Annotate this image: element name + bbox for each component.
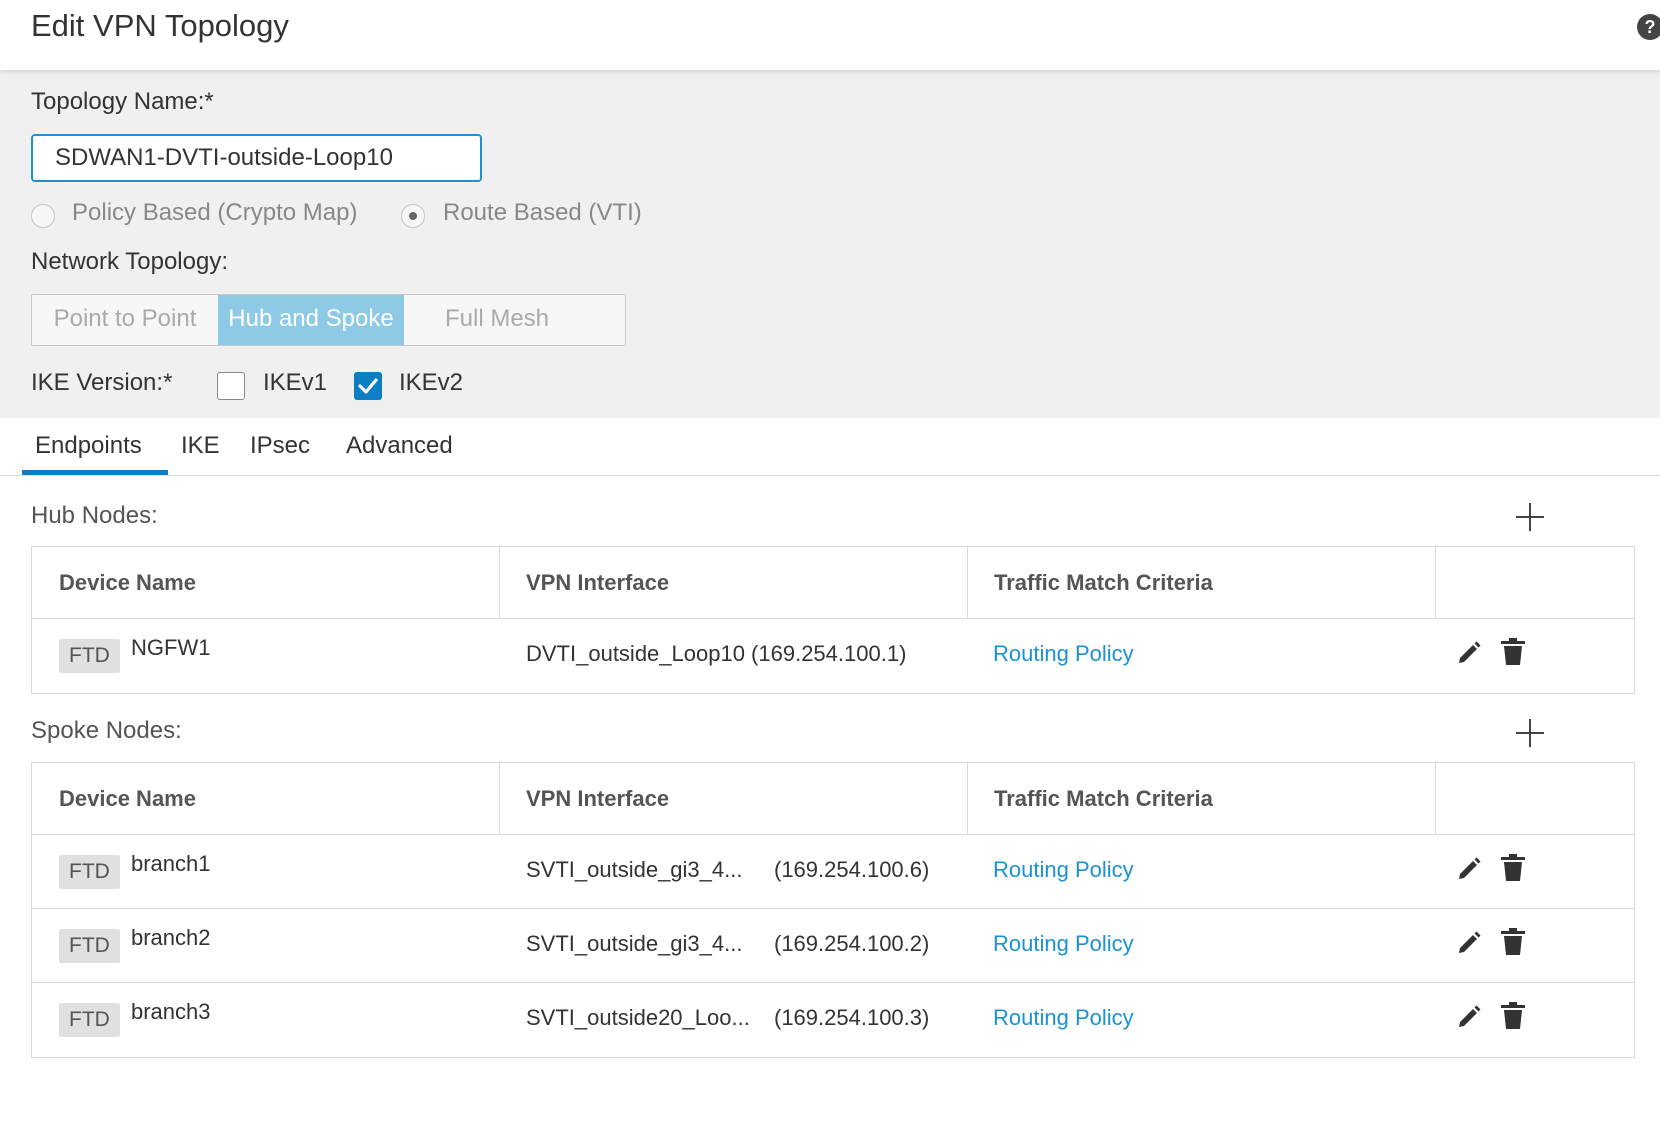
trash-icon[interactable] (1500, 637, 1526, 667)
policy-based-label[interactable]: Policy Based (Crypto Map) (72, 199, 357, 227)
column-header-device-name: Device Name (59, 786, 196, 811)
edit-icon[interactable] (1455, 855, 1483, 883)
device-type-badge: FTD (59, 929, 120, 963)
table-header-row: Device Name VPN Interface Traffic Match … (32, 547, 1634, 619)
tab-ike[interactable]: IKE (181, 432, 220, 460)
edit-icon[interactable] (1455, 1003, 1483, 1031)
routing-policy-link[interactable]: Routing Policy (993, 931, 1134, 957)
ikev2-checkbox[interactable] (354, 372, 382, 400)
topology-name-label: Topology Name:* (31, 88, 214, 115)
vpn-interface-ip: (169.254.100.6) (774, 857, 930, 882)
table-row: FTD branch1 SVTI_outside_gi3_4... (169.2… (32, 835, 1634, 909)
hub-nodes-table: Device Name VPN Interface Traffic Match … (31, 546, 1635, 694)
vpn-interface: SVTI_outside_gi3_4... (526, 931, 743, 956)
device-type-badge: FTD (59, 855, 120, 889)
tab-endpoints[interactable]: Endpoints (35, 432, 142, 460)
hub-and-spoke-button[interactable]: Hub and Spoke (218, 295, 404, 345)
table-header-row: Device Name VPN Interface Traffic Match … (32, 763, 1634, 835)
edit-icon[interactable] (1455, 929, 1483, 957)
vpn-interface: SVTI_outside20_Loo... (526, 1005, 750, 1030)
topology-form (0, 70, 1660, 418)
tab-advanced[interactable]: Advanced (346, 432, 453, 460)
route-based-radio[interactable] (401, 204, 425, 228)
vpn-interface-ip: (169.254.100.2) (774, 931, 930, 956)
active-tab-indicator (22, 470, 168, 475)
ikev2-label[interactable]: IKEv2 (399, 369, 463, 397)
route-based-label[interactable]: Route Based (VTI) (443, 199, 642, 227)
column-header-vpn-interface: VPN Interface (526, 786, 670, 811)
network-topology-selector: Point to Point Hub and Spoke Full Mesh (31, 294, 626, 346)
column-header-traffic-match: Traffic Match Criteria (994, 570, 1213, 595)
trash-icon[interactable] (1500, 853, 1526, 883)
table-row: FTD branch2 SVTI_outside_gi3_4... (169.2… (32, 909, 1634, 983)
tab-bar: Endpoints IKE IPsec Advanced (0, 418, 1660, 476)
device-name: branch1 (131, 851, 211, 876)
trash-icon[interactable] (1500, 1001, 1526, 1031)
point-to-point-button[interactable]: Point to Point (32, 295, 218, 345)
vpn-interface: DVTI_outside_Loop10 (169.254.100.1) (526, 641, 907, 666)
policy-based-radio[interactable] (31, 204, 55, 228)
vpn-interface-ip: (169.254.100.3) (774, 1005, 930, 1030)
column-header-traffic-match: Traffic Match Criteria (994, 786, 1213, 811)
table-row: FTD branch3 SVTI_outside20_Loo... (169.2… (32, 983, 1634, 1057)
ikev1-checkbox[interactable] (217, 372, 245, 400)
dialog-header: Edit VPN Topology ? (0, 0, 1660, 70)
dialog-title: Edit VPN Topology (31, 8, 289, 43)
device-name: NGFW1 (131, 635, 211, 660)
full-mesh-button[interactable]: Full Mesh (404, 295, 590, 345)
device-name: branch2 (131, 925, 211, 950)
routing-policy-link[interactable]: Routing Policy (993, 641, 1134, 667)
spoke-nodes-table: Device Name VPN Interface Traffic Match … (31, 762, 1635, 1058)
edit-icon[interactable] (1455, 639, 1483, 667)
device-type-badge: FTD (59, 1003, 120, 1037)
column-header-device-name: Device Name (59, 570, 196, 595)
column-header-vpn-interface: VPN Interface (526, 570, 670, 595)
add-spoke-node-icon[interactable] (1516, 719, 1544, 747)
network-topology-label: Network Topology: (31, 248, 228, 275)
ike-version-label: IKE Version:* (31, 369, 173, 396)
routing-policy-link[interactable]: Routing Policy (993, 857, 1134, 883)
ikev1-label[interactable]: IKEv1 (263, 369, 327, 397)
trash-icon[interactable] (1500, 927, 1526, 957)
add-hub-node-icon[interactable] (1516, 503, 1544, 531)
vpn-interface: SVTI_outside_gi3_4... (526, 857, 743, 882)
device-type-badge: FTD (59, 639, 120, 673)
hub-nodes-title: Hub Nodes: (31, 502, 158, 529)
device-name: branch3 (131, 999, 211, 1024)
routing-policy-link[interactable]: Routing Policy (993, 1005, 1134, 1031)
help-icon[interactable]: ? (1637, 14, 1660, 40)
checkmark-icon (358, 378, 378, 394)
topology-name-input[interactable] (31, 134, 482, 182)
table-row: FTD NGFW1 DVTI_outside_Loop10 (169.254.1… (32, 619, 1634, 693)
tab-ipsec[interactable]: IPsec (250, 432, 310, 460)
spoke-nodes-title: Spoke Nodes: (31, 717, 182, 744)
